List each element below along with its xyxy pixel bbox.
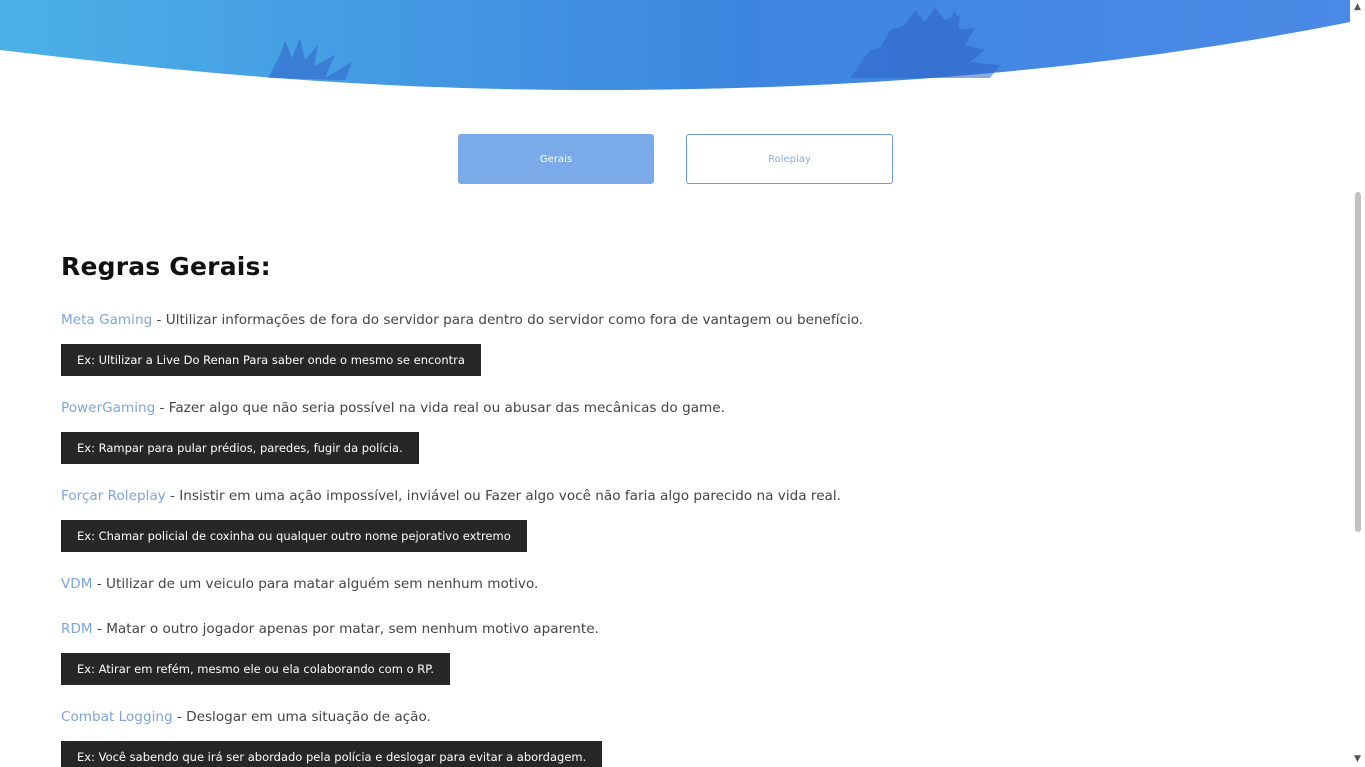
rule-item: Forçar Roleplay - Insistir em uma ação i…	[61, 486, 1311, 552]
rule-text: VDM - Utilizar de um veiculo para matar …	[61, 574, 1311, 594]
rule-description: - Deslogar em uma situação de ação.	[172, 709, 431, 725]
rule-item: RDM - Matar o outro jogador apenas por m…	[61, 619, 1311, 685]
rule-description: - Insistir em uma ação impossível, inviá…	[165, 488, 841, 504]
rule-text: Combat Logging - Deslogar em uma situaçã…	[61, 707, 1311, 727]
rule-term: PowerGaming	[61, 400, 156, 416]
rule-item: PowerGaming - Fazer algo que não seria p…	[61, 398, 1311, 464]
rule-description: - Matar o outro jogador apenas por matar…	[92, 621, 599, 637]
rule-example: Ex: Você sabendo que irá ser abordado pe…	[61, 741, 603, 767]
tab-roleplay[interactable]: Roleplay	[686, 134, 893, 184]
rule-item: Meta Gaming - Ultilizar informações de f…	[61, 310, 1311, 376]
rule-item: Combat Logging - Deslogar em uma situaçã…	[61, 707, 1311, 767]
rule-text: Meta Gaming - Ultilizar informações de f…	[61, 310, 1311, 330]
page: Gerais Roleplay Regras Gerais: Meta Gami…	[0, 0, 1365, 767]
rule-example: Ex: Rampar para pular prédios, paredes, …	[61, 432, 419, 464]
scroll-thumb[interactable]	[1355, 192, 1361, 532]
rule-text: Forçar Roleplay - Insistir em uma ação i…	[61, 486, 1311, 506]
hero-banner	[0, 0, 1350, 90]
scrollbar[interactable]: ▲ ▼	[1350, 0, 1365, 767]
rules-content: Regras Gerais: Meta Gaming - Ultilizar i…	[61, 248, 1311, 767]
rule-term: Forçar Roleplay	[61, 488, 166, 504]
rule-description: - Fazer algo que não seria possível na v…	[155, 400, 725, 416]
rule-term: Combat Logging	[61, 709, 173, 725]
tab-gerais[interactable]: Gerais	[458, 134, 654, 184]
rule-description: - Utilizar de um veiculo para matar algu…	[92, 576, 539, 592]
scroll-down-icon[interactable]: ▼	[1353, 755, 1362, 764]
rule-term: RDM	[61, 621, 93, 637]
rule-description: - Ultilizar informações de fora do servi…	[152, 312, 864, 328]
rule-term: VDM	[61, 576, 93, 592]
rule-text: RDM - Matar o outro jogador apenas por m…	[61, 619, 1311, 639]
rule-example: Ex: Atirar em refém, mesmo ele ou ela co…	[61, 653, 451, 685]
rule-term: Meta Gaming	[61, 312, 153, 328]
rule-text: PowerGaming - Fazer algo que não seria p…	[61, 398, 1311, 418]
rule-example: Ex: Chamar policial de coxinha ou qualqu…	[61, 520, 527, 552]
rules-tabs: Gerais Roleplay	[458, 134, 893, 184]
page-title: Regras Gerais:	[61, 252, 271, 281]
scroll-up-icon[interactable]: ▲	[1353, 3, 1362, 12]
rule-item: VDM - Utilizar de um veiculo para matar …	[61, 574, 1311, 594]
rule-example: Ex: Ultilizar a Live Do Renan Para saber…	[61, 344, 481, 376]
